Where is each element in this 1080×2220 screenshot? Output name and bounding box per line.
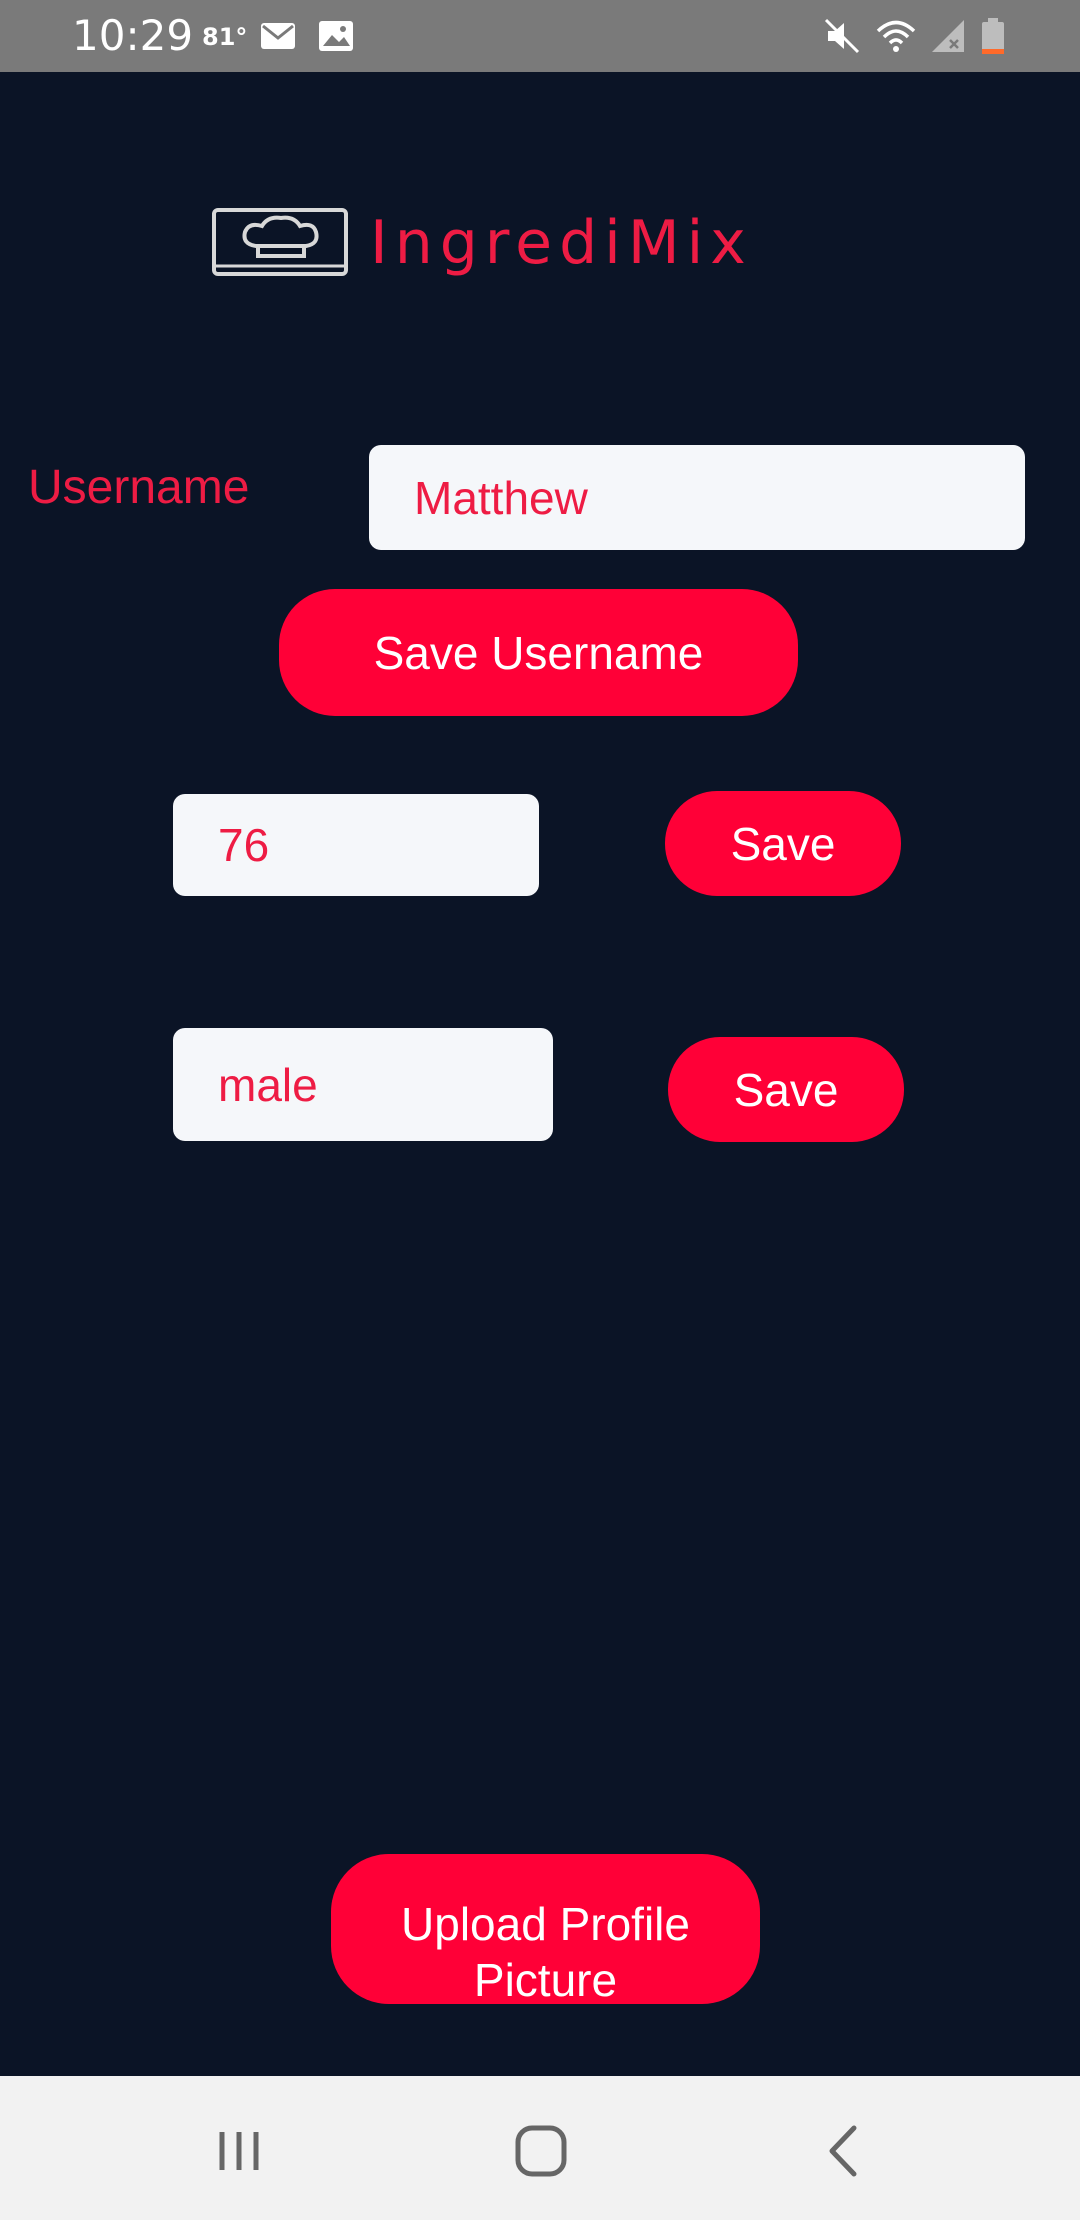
back-icon[interactable]	[808, 2116, 878, 2186]
app-name: IngrediMix	[370, 208, 753, 278]
wifi-icon	[876, 16, 916, 56]
save-gender-button[interactable]: Save	[668, 1037, 904, 1142]
gender-input[interactable]	[173, 1028, 553, 1141]
username-input[interactable]	[369, 445, 1025, 550]
navigation-bar	[0, 2076, 1080, 2220]
mail-icon	[258, 16, 298, 56]
mute-icon	[822, 16, 862, 56]
status-temperature: 81°	[202, 23, 248, 51]
save-username-button[interactable]: Save Username	[279, 589, 798, 716]
chef-hat-icon	[212, 208, 350, 278]
battery-icon	[978, 16, 1008, 56]
status-time: 10:29	[72, 11, 194, 60]
upload-profile-picture-button[interactable]: Upload Profile Picture	[331, 1854, 760, 2004]
home-icon[interactable]	[506, 2116, 576, 2186]
age-input[interactable]	[173, 794, 539, 896]
image-icon	[316, 16, 356, 56]
upload-label-line1: Upload Profile	[401, 1898, 690, 1950]
save-age-button[interactable]: Save	[665, 791, 901, 896]
app-logo: IngrediMix	[212, 208, 872, 280]
upload-label-line2: Picture	[473, 1954, 618, 2004]
status-bar: 10:29 81°	[0, 0, 1080, 72]
recent-apps-icon[interactable]	[204, 2116, 274, 2186]
profile-screen: 10:29 81° IngrediMix Username Matthew Sa…	[0, 0, 1080, 2220]
signal-icon	[928, 16, 968, 56]
username-label: Username	[28, 461, 250, 514]
